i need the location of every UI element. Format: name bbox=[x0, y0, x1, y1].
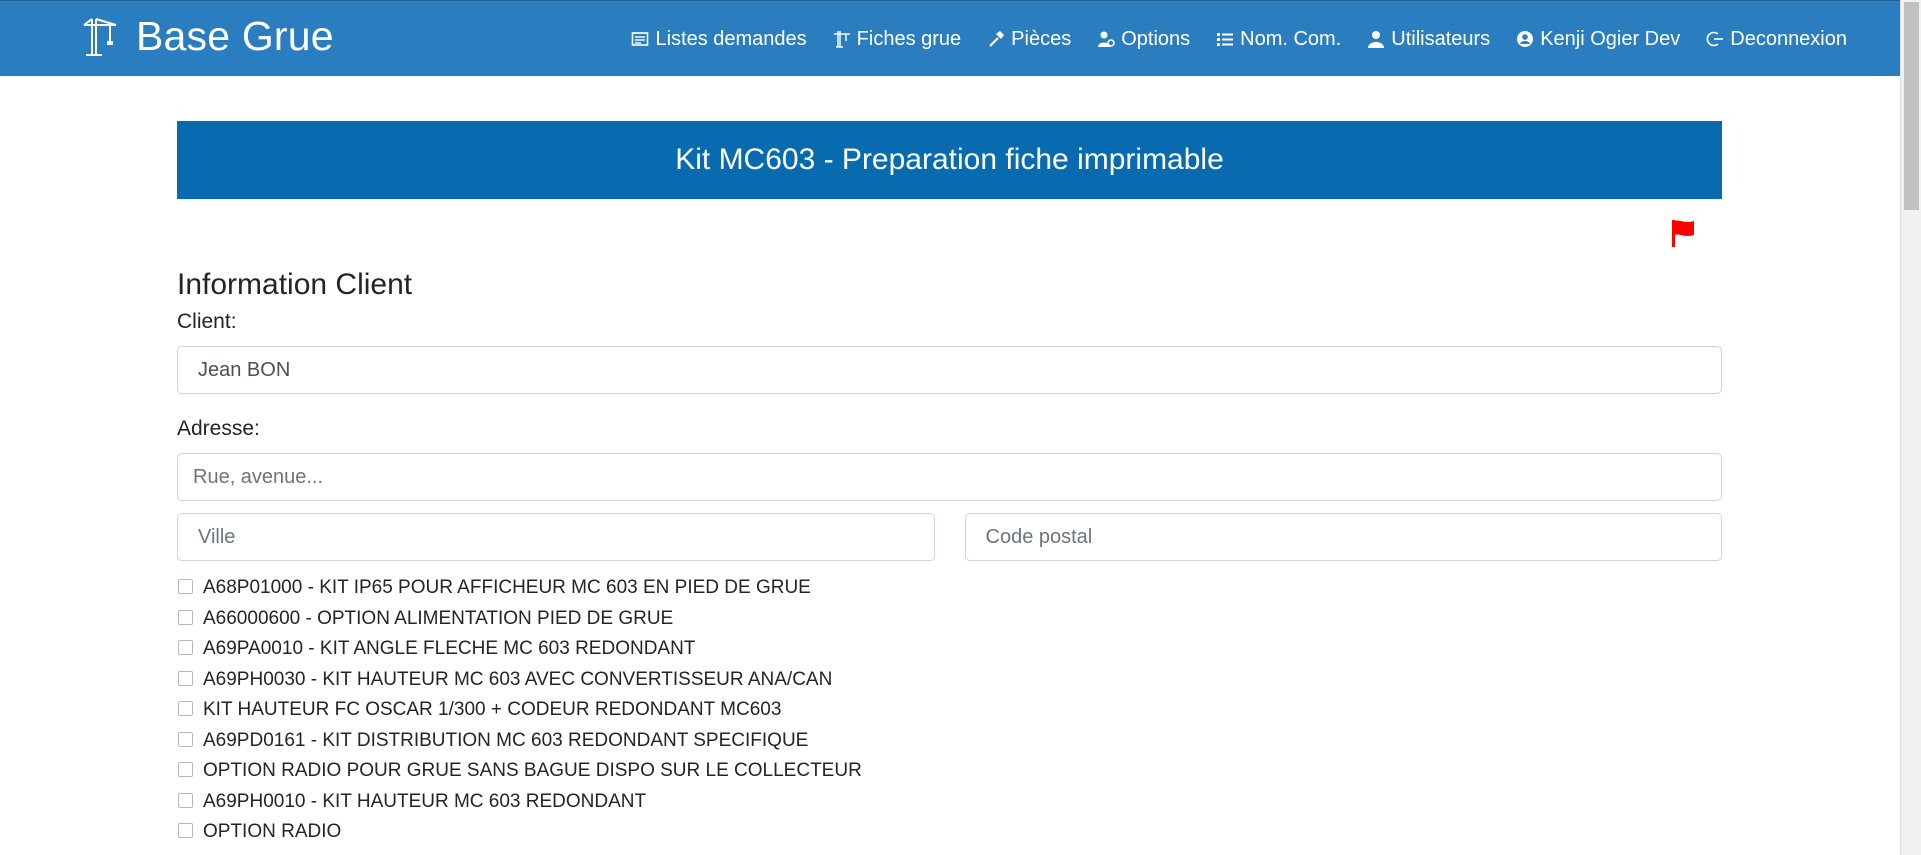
option-item[interactable]: A69PH0030 - KIT HAUTEUR MC 603 AVEC CONV… bbox=[177, 668, 1722, 699]
city-postal-row bbox=[177, 513, 1722, 561]
nav-label: Kenji Ogier Dev bbox=[1540, 27, 1681, 50]
option-label: OPTION RADIO POUR GRUE SANS BAGUE DISPO … bbox=[203, 760, 862, 781]
client-input[interactable] bbox=[177, 346, 1722, 394]
nav-options[interactable]: Options bbox=[1097, 28, 1190, 51]
option-item[interactable]: OPTION RADIO POUR GRUE SANS BAGUE DISPO … bbox=[177, 759, 1722, 790]
option-label: A69PD0161 - KIT DISTRIBUTION MC 603 REDO… bbox=[203, 729, 809, 751]
user-icon bbox=[1368, 31, 1385, 48]
option-label: A66000600 - OPTION ALIMENTATION PIED DE … bbox=[203, 607, 674, 629]
option-label: A68P01000 - KIT IP65 POUR AFFICHEUR MC 6… bbox=[203, 577, 811, 598]
hammer-icon bbox=[989, 31, 1005, 47]
client-label: Client: bbox=[177, 310, 237, 333]
nav-user-profile[interactable]: Kenji Ogier Dev bbox=[1516, 28, 1680, 51]
nav-label: Nom. Com. bbox=[1240, 27, 1342, 50]
option-checkbox[interactable] bbox=[178, 579, 193, 594]
crane-icon bbox=[833, 31, 850, 48]
nav-utilisateurs[interactable]: Utilisateurs bbox=[1367, 28, 1490, 51]
address-input[interactable] bbox=[177, 453, 1722, 501]
page-title-bar: Kit MC603 - Preparation fiche imprimable bbox=[177, 121, 1722, 199]
option-checkbox[interactable] bbox=[178, 701, 193, 716]
option-item[interactable]: A69PD0161 - KIT DISTRIBUTION MC 603 REDO… bbox=[177, 729, 1722, 760]
page-scrollbar[interactable] bbox=[1900, 0, 1921, 855]
scrollbar-thumb[interactable] bbox=[1904, 2, 1919, 210]
option-label: KIT HAUTEUR FC OSCAR 1/300 + CODEUR REDO… bbox=[203, 699, 782, 720]
options-list: A68P01000 - KIT IP65 POUR AFFICHEUR MC 6… bbox=[177, 576, 1722, 851]
flag-row bbox=[177, 199, 1722, 257]
main-nav: Listes demandes Fiches grue Pièces Optio… bbox=[631, 1, 1847, 77]
option-checkbox[interactable] bbox=[178, 792, 193, 808]
page-title: Kit MC603 - Preparation fiche imprimable bbox=[675, 143, 1224, 176]
option-checkbox[interactable] bbox=[178, 640, 193, 655]
nav-label: Pièces bbox=[1011, 27, 1072, 50]
section-title: Information Client bbox=[177, 268, 413, 301]
option-item[interactable]: OPTION RADIO bbox=[177, 820, 1722, 851]
nav-nom-com[interactable]: Nom. Com. bbox=[1216, 28, 1341, 51]
option-item[interactable]: A69PA0010 - KIT ANGLE FLECHE MC 603 REDO… bbox=[177, 637, 1722, 668]
nav-label: Options bbox=[1121, 27, 1191, 50]
postal-code-input[interactable] bbox=[964, 513, 1722, 561]
nav-fiches-grue[interactable]: Fiches grue bbox=[833, 27, 962, 51]
nav-label: Listes demandes bbox=[655, 27, 807, 50]
user-circle-icon bbox=[1517, 31, 1534, 47]
nav-label: Deconnexion bbox=[1730, 27, 1847, 50]
option-item[interactable]: A68P01000 - KIT IP65 POUR AFFICHEUR MC 6… bbox=[177, 576, 1722, 607]
option-label: OPTION RADIO bbox=[203, 821, 342, 842]
option-label: A69PH0030 - KIT HAUTEUR MC 603 AVEC CONV… bbox=[203, 668, 833, 690]
option-checkbox[interactable] bbox=[178, 823, 193, 838]
brand-title: Base Grue bbox=[136, 13, 334, 59]
list-icon bbox=[1217, 33, 1234, 46]
option-checkbox[interactable] bbox=[178, 731, 193, 747]
crane-icon bbox=[83, 17, 117, 56]
user-cog-icon bbox=[1098, 31, 1116, 47]
list-alt-icon bbox=[632, 32, 649, 46]
logout-icon bbox=[1706, 31, 1724, 47]
top-navbar: Base Grue Listes demandes Fiches grue Pi… bbox=[0, 0, 1900, 76]
nav-deconnexion[interactable]: Deconnexion bbox=[1706, 28, 1847, 51]
option-item[interactable]: A66000600 - OPTION ALIMENTATION PIED DE … bbox=[177, 607, 1722, 638]
nav-label: Utilisateurs bbox=[1391, 27, 1491, 50]
address-label: Adresse: bbox=[177, 417, 260, 440]
option-item[interactable]: A69PH0010 - KIT HAUTEUR MC 603 REDONDANT bbox=[177, 790, 1722, 821]
option-checkbox[interactable] bbox=[178, 762, 193, 777]
nav-pieces[interactable]: Pièces bbox=[987, 28, 1071, 51]
option-item[interactable]: KIT HAUTEUR FC OSCAR 1/300 + CODEUR REDO… bbox=[177, 698, 1722, 729]
option-label: A69PA0010 - KIT ANGLE FLECHE MC 603 REDO… bbox=[203, 638, 696, 659]
option-checkbox[interactable] bbox=[178, 609, 193, 625]
nav-listes-demandes[interactable]: Listes demandes bbox=[631, 27, 807, 51]
brand-link[interactable]: Base Grue bbox=[80, 13, 334, 60]
option-label: A69PH0010 - KIT HAUTEUR MC 603 REDONDANT bbox=[203, 790, 647, 812]
option-checkbox[interactable] bbox=[178, 670, 193, 686]
nav-label: Fiches grue bbox=[856, 27, 962, 50]
city-input[interactable] bbox=[177, 513, 935, 561]
flag-icon[interactable] bbox=[1670, 219, 1696, 247]
main-content: Kit MC603 - Preparation fiche imprimable… bbox=[177, 121, 1722, 851]
